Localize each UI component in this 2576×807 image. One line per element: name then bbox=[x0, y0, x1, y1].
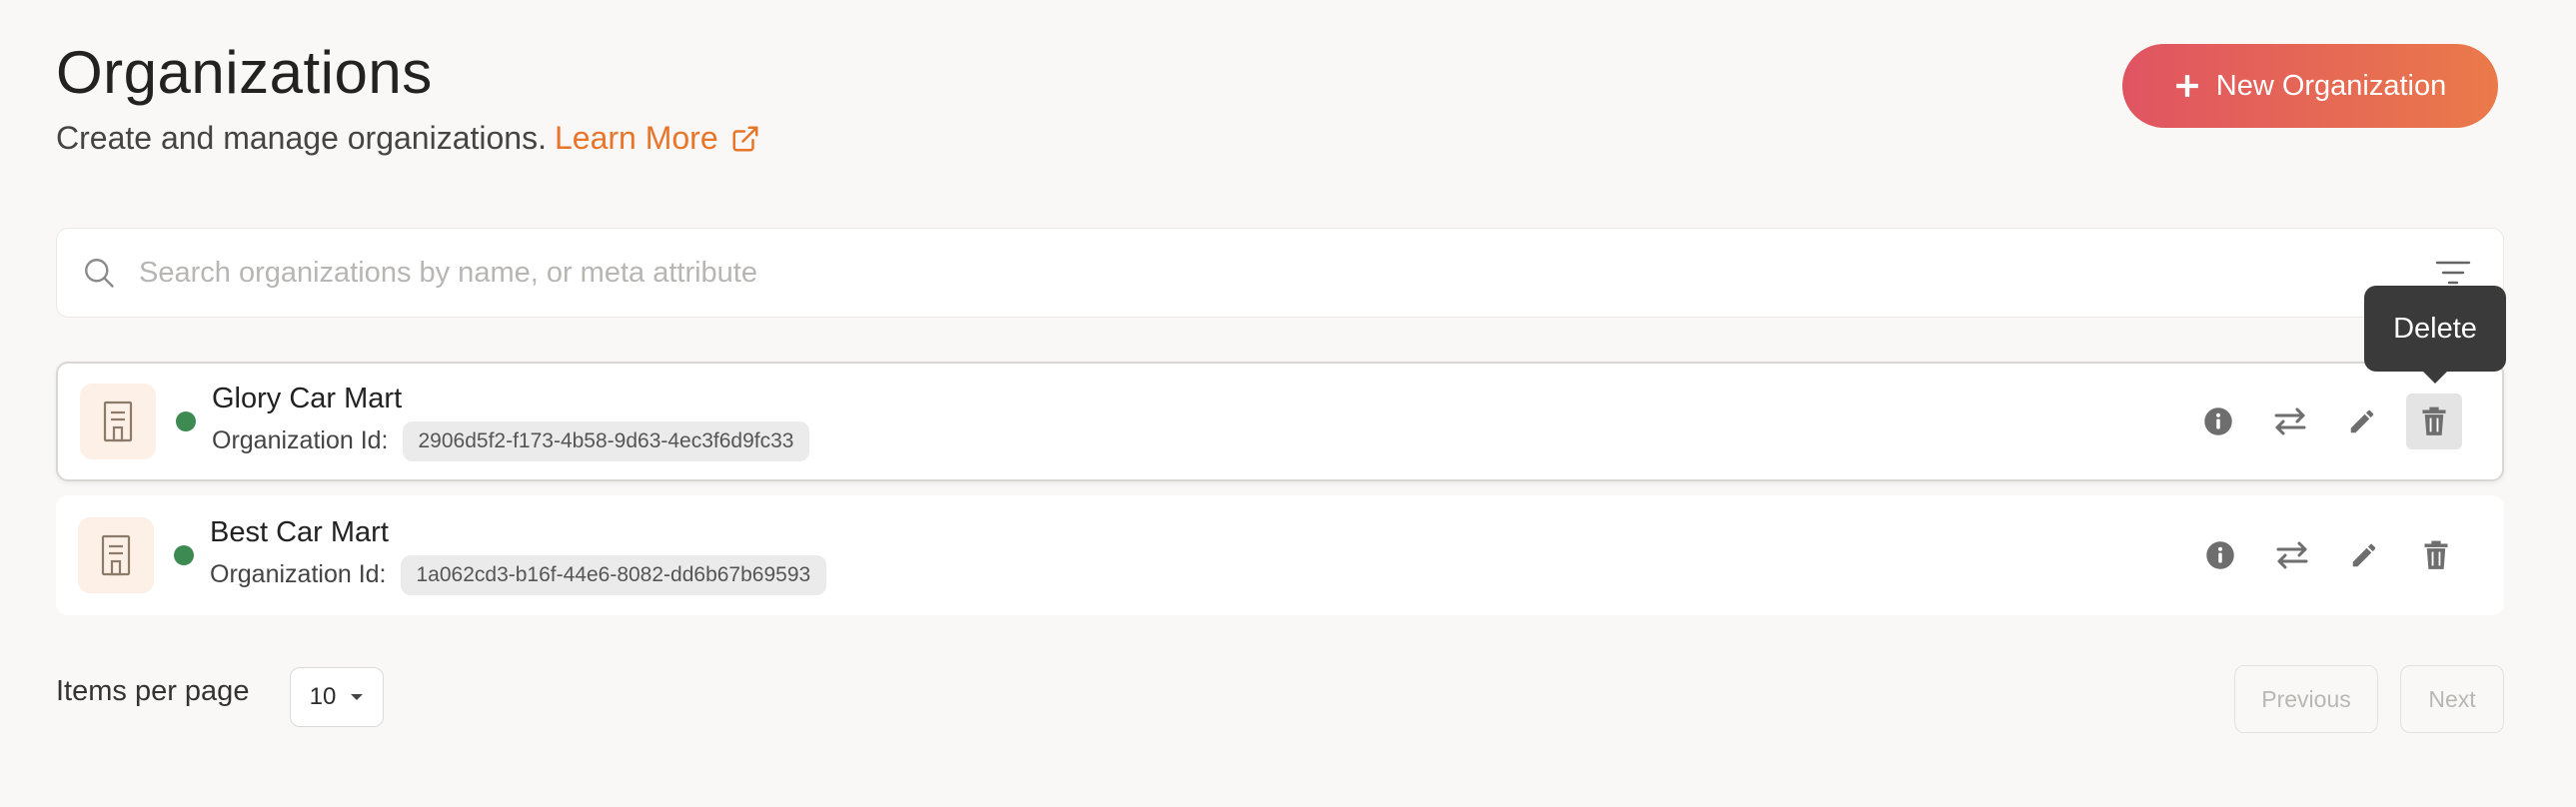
search-input[interactable] bbox=[139, 256, 2435, 290]
edit-icon bbox=[2352, 543, 2376, 567]
organization-row[interactable]: Best Car Mart Organization Id: 1a062cd3-… bbox=[56, 495, 2504, 615]
items-per-page-label: Items per page bbox=[56, 675, 250, 707]
row-actions bbox=[2174, 364, 2462, 479]
info-icon bbox=[2204, 407, 2232, 435]
page-title: Organizations bbox=[56, 39, 433, 106]
building-icon bbox=[103, 401, 133, 442]
organization-info: Glory Car Mart Organization Id: 2906d5f2… bbox=[212, 382, 810, 461]
external-link-icon bbox=[732, 126, 758, 151]
organization-avatar bbox=[80, 384, 156, 459]
organization-id-chip[interactable]: 2906d5f2-f173-4b58-9d63-4ec3f6d9fc33 bbox=[402, 420, 810, 461]
page-subtitle: Create and manage organizations. Learn M… bbox=[56, 120, 760, 157]
filter-icon[interactable] bbox=[2435, 259, 2471, 287]
organization-id-line: Organization Id: 1a062cd3-b16f-44e6-8082… bbox=[210, 554, 827, 595]
delete-icon bbox=[2424, 540, 2448, 569]
edit-button[interactable] bbox=[2336, 527, 2392, 583]
caret-down-icon bbox=[350, 693, 364, 701]
organization-info: Best Car Mart Organization Id: 1a062cd3-… bbox=[210, 515, 827, 595]
new-organization-button[interactable]: New Organization bbox=[2122, 44, 2498, 128]
new-organization-label: New Organization bbox=[2215, 69, 2447, 102]
plus-icon bbox=[2174, 73, 2200, 99]
switch-button[interactable] bbox=[2264, 527, 2320, 583]
organization-name: Best Car Mart bbox=[210, 515, 389, 548]
next-button[interactable]: Next bbox=[2400, 665, 2504, 733]
search-bar bbox=[56, 228, 2504, 318]
delete-button[interactable] bbox=[2408, 527, 2464, 583]
row-actions bbox=[2176, 495, 2464, 615]
building-icon bbox=[101, 534, 131, 576]
delete-button[interactable] bbox=[2406, 394, 2462, 449]
info-button[interactable] bbox=[2190, 394, 2246, 449]
search-icon bbox=[81, 255, 117, 291]
info-button[interactable] bbox=[2192, 527, 2248, 583]
edit-icon bbox=[2350, 409, 2374, 433]
subtitle-text: Create and manage organizations. bbox=[56, 120, 547, 156]
previous-button[interactable]: Previous bbox=[2234, 665, 2378, 733]
delete-tooltip: Delete bbox=[2364, 286, 2506, 384]
organization-name: Glory Car Mart bbox=[212, 382, 403, 414]
switch-icon bbox=[2276, 541, 2308, 569]
learn-more-link[interactable]: Learn More bbox=[555, 120, 760, 157]
status-indicator bbox=[174, 545, 194, 565]
organization-id-chip[interactable]: 1a062cd3-b16f-44e6-8082-dd6b67b69593 bbox=[400, 554, 827, 595]
edit-button[interactable] bbox=[2334, 394, 2390, 449]
organization-id-line: Organization Id: 2906d5f2-f173-4b58-9d63… bbox=[212, 420, 810, 461]
organization-id-label: Organization Id: bbox=[210, 560, 387, 588]
status-indicator bbox=[176, 411, 196, 431]
switch-icon bbox=[2274, 407, 2306, 435]
organization-row[interactable]: Glory Car Mart Organization Id: 2906d5f2… bbox=[56, 362, 2504, 481]
switch-button[interactable] bbox=[2262, 394, 2318, 449]
info-icon bbox=[2206, 541, 2234, 569]
page-size-value: 10 bbox=[309, 683, 337, 710]
organization-id-label: Organization Id: bbox=[212, 426, 389, 454]
organization-avatar bbox=[78, 517, 154, 593]
delete-icon bbox=[2422, 406, 2446, 435]
learn-more-label: Learn More bbox=[554, 120, 718, 156]
page-size-select[interactable]: 10 bbox=[290, 667, 384, 727]
